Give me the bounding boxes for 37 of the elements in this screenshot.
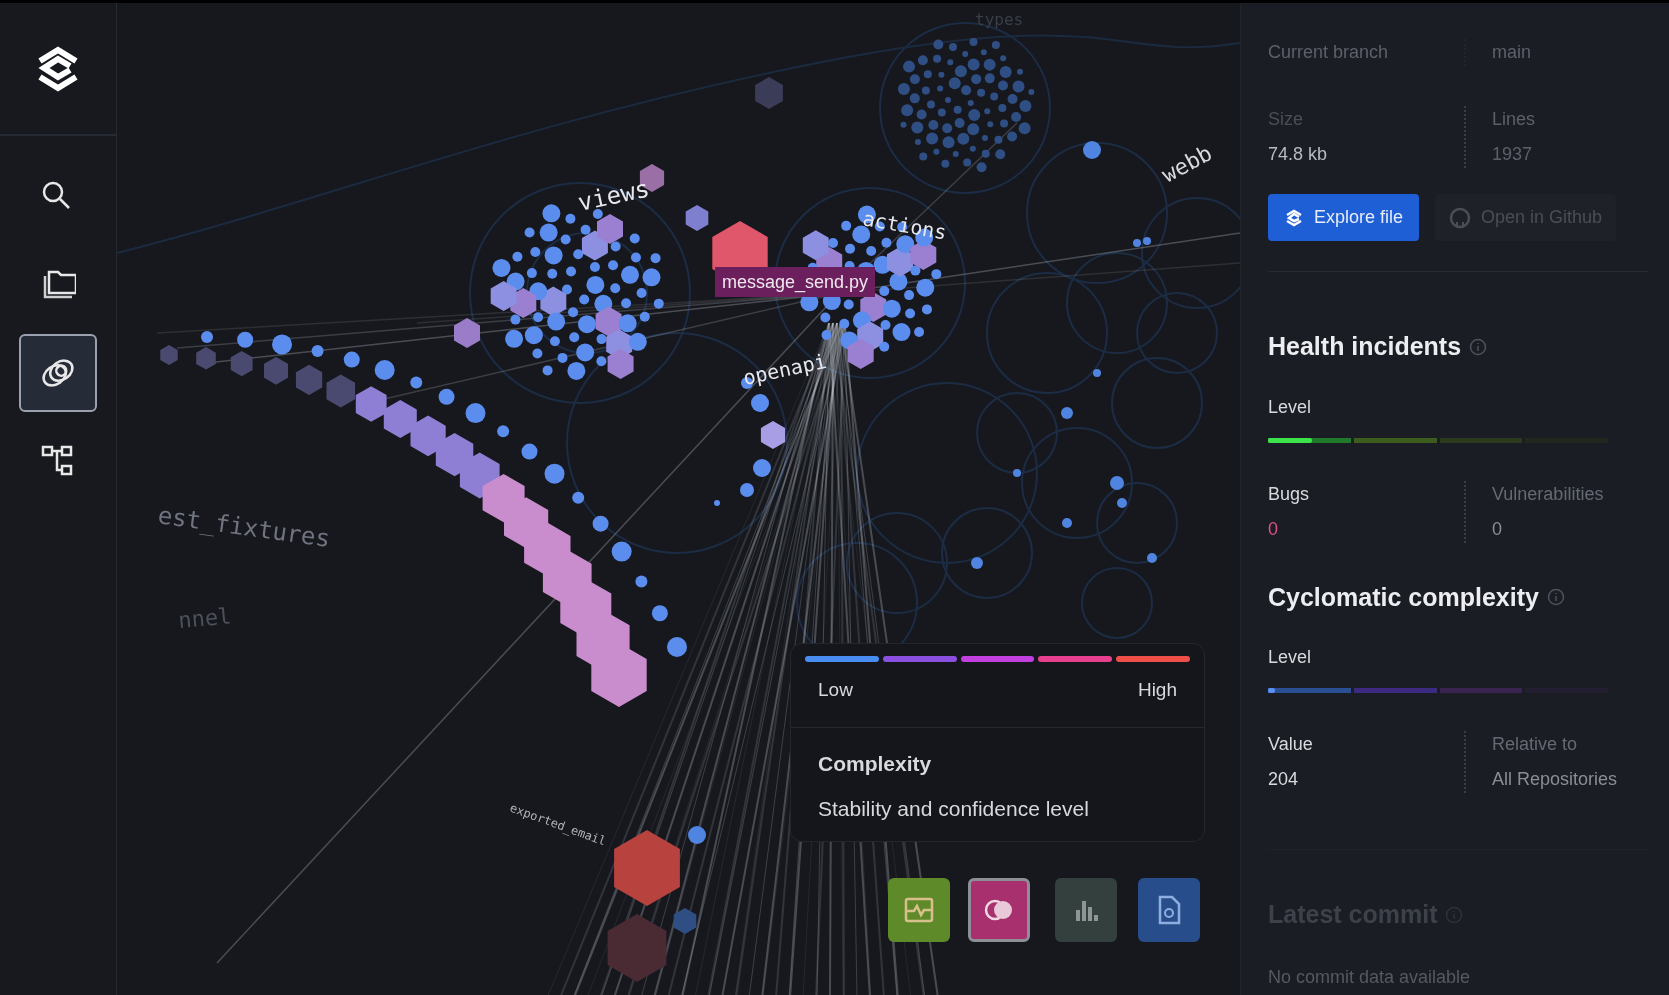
branch-value: main xyxy=(1492,42,1531,62)
folder-label: webb xyxy=(1157,140,1217,188)
commit-message: No commit data available xyxy=(1268,965,1472,989)
file-label[interactable]: message_send.py xyxy=(715,267,875,297)
scale-high-label: High xyxy=(1137,678,1177,702)
stat-label: Bugs xyxy=(1268,482,1311,506)
stat-value: All Repositories xyxy=(1492,768,1619,791)
stat-value: 74.8 kb xyxy=(1268,143,1329,166)
rings-button[interactable] xyxy=(19,334,97,412)
level-label: Level xyxy=(1268,395,1313,419)
bar-chart-view-button[interactable] xyxy=(1055,878,1117,942)
legend-title: Complexity xyxy=(818,750,933,777)
section-title: Cyclomatic complexity xyxy=(1268,581,1539,613)
stat-label: Relative to xyxy=(1492,733,1579,756)
stat-value: 1937 xyxy=(1492,143,1534,166)
explore-file-button[interactable]: Explore file xyxy=(1268,194,1420,241)
stat-label: Lines xyxy=(1492,108,1537,131)
folder-label: actions xyxy=(861,206,949,245)
stat-label: Value xyxy=(1268,733,1314,756)
section-title: Health incidents xyxy=(1268,331,1462,362)
folder-label: est_fixtures xyxy=(156,501,332,554)
stat-value: 0 xyxy=(1268,517,1279,541)
branch-label: Current branch xyxy=(1268,42,1389,62)
stat-label: Vulnerabilities xyxy=(1492,482,1605,506)
scale-low-label: Low xyxy=(818,678,853,702)
folder-label: openapi xyxy=(741,348,829,390)
level-label: Level xyxy=(1268,646,1313,669)
legend-description: Stability and confidence level xyxy=(818,796,1090,822)
stat-value: 0 xyxy=(1492,517,1503,541)
info-icon xyxy=(1546,588,1565,607)
folder-label: views xyxy=(575,174,652,217)
stat-value: 204 xyxy=(1268,768,1300,791)
document-view-button[interactable] xyxy=(1138,878,1200,942)
rings-view-button[interactable] xyxy=(968,878,1030,942)
info-icon xyxy=(1469,337,1488,356)
folder-label: nnel xyxy=(177,603,233,633)
logo-icon xyxy=(1284,207,1304,228)
